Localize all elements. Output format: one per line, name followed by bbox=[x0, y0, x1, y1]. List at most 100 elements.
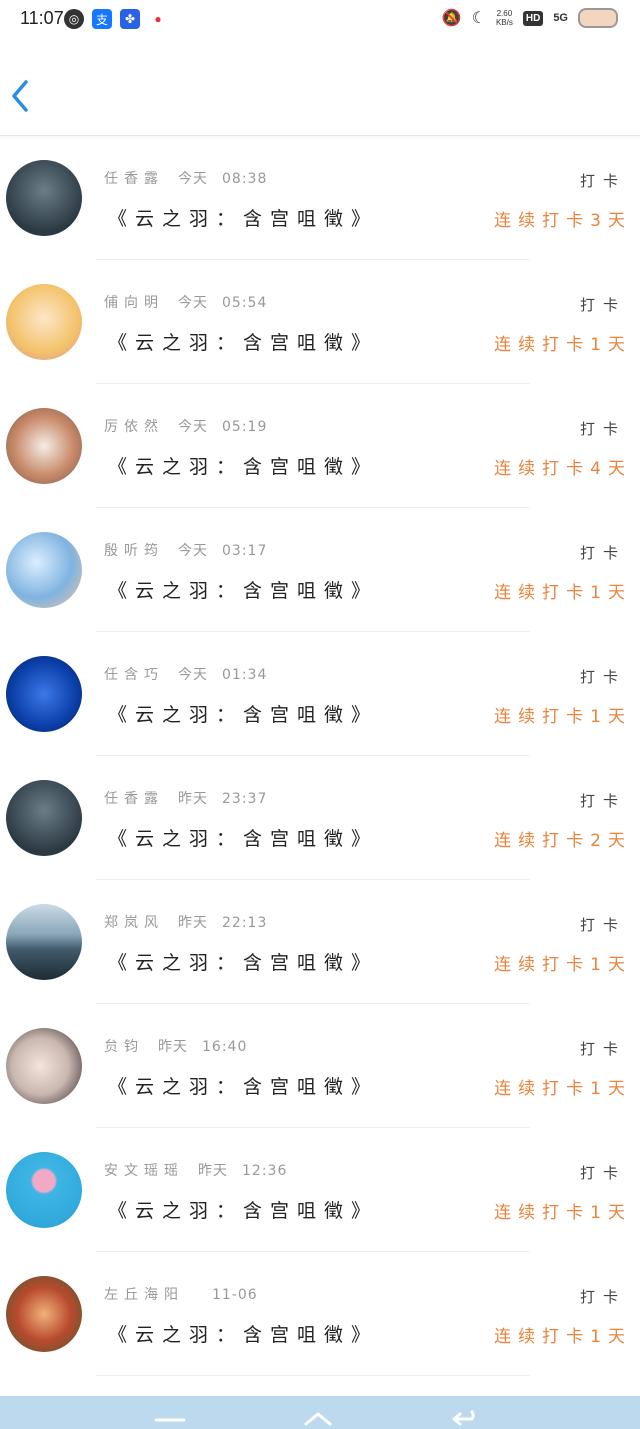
book-title: 《云之羽：含宫咀徵》 bbox=[108, 828, 379, 850]
status-time: 11:07 bbox=[20, 8, 64, 28]
checkin-label: 打卡 bbox=[579, 296, 626, 314]
avatar bbox=[6, 904, 82, 980]
checkin-date: 昨天 bbox=[178, 915, 208, 931]
checkin-time: 11-06 bbox=[212, 1287, 258, 1303]
menu-icon[interactable] bbox=[150, 1406, 190, 1426]
home-icon[interactable] bbox=[298, 1406, 338, 1426]
checkin-label: 打卡 bbox=[579, 792, 626, 810]
checkin-date: 今天 bbox=[178, 295, 208, 311]
avatar bbox=[6, 1276, 82, 1352]
page-header bbox=[0, 40, 640, 136]
avatar bbox=[6, 656, 82, 732]
hd-badge: HD bbox=[522, 10, 544, 26]
checkin-time: 01:34 bbox=[222, 667, 268, 683]
user-name: 任香露 bbox=[104, 171, 164, 187]
list-item[interactable]: 安文瑶瑶 昨天 12:36 《云之羽：含宫咀徵》 打卡 连续打卡1天 bbox=[0, 1128, 640, 1252]
checkin-date: 昨天 bbox=[198, 1163, 228, 1179]
user-name: 安文瑶瑶 bbox=[104, 1163, 184, 1179]
streak-text: 连续打卡1天 bbox=[494, 1079, 632, 1099]
checkin-date: 昨天 bbox=[178, 791, 208, 807]
book-title: 《云之羽：含宫咀徵》 bbox=[108, 1200, 379, 1222]
checkin-label: 打卡 bbox=[579, 1164, 626, 1182]
system-icons: 🔕 ☾ 2.60 KB/s HD 5G bbox=[442, 8, 618, 28]
user-name: 俌向明 bbox=[104, 295, 164, 311]
book-title: 《云之羽：含宫咀徵》 bbox=[108, 952, 379, 974]
list-item[interactable]: 殷听筠 今天 03:17 《云之羽：含宫咀徵》 打卡 连续打卡1天 bbox=[0, 508, 640, 632]
location-icon: ● bbox=[148, 9, 168, 29]
list-item[interactable]: 任香露 今天 08:38 《云之羽：含宫咀徵》 打卡 连续打卡3天 bbox=[0, 136, 640, 260]
list-item[interactable]: 俌向明 今天 05:54 《云之羽：含宫咀徵》 打卡 连续打卡1天 bbox=[0, 260, 640, 384]
checkin-label: 打卡 bbox=[579, 916, 626, 934]
checkin-time: 08:38 bbox=[222, 171, 268, 187]
system-nav-bar bbox=[0, 1396, 640, 1429]
user-name: 贠钧 bbox=[104, 1039, 144, 1055]
streak-text: 连续打卡3天 bbox=[494, 211, 632, 231]
checkin-label: 打卡 bbox=[579, 544, 626, 562]
streak-text: 连续打卡1天 bbox=[494, 1327, 632, 1347]
checkin-label: 打卡 bbox=[579, 172, 626, 190]
book-title: 《云之羽：含宫咀徵》 bbox=[108, 704, 379, 726]
book-title: 《云之羽：含宫咀徵》 bbox=[108, 208, 379, 230]
list-item[interactable]: 郑岚风 昨天 22:13 《云之羽：含宫咀徵》 打卡 连续打卡1天 bbox=[0, 880, 640, 1004]
checkin-date: 昨天 bbox=[158, 1039, 188, 1055]
status-bar: 11:07 ◎ 支 ✤ ● 🔕 ☾ 2.60 KB/s HD 5G bbox=[0, 0, 640, 40]
checkin-label: 打卡 bbox=[579, 1288, 626, 1306]
checkin-time: 16:40 bbox=[202, 1039, 248, 1055]
streak-text: 连续打卡1天 bbox=[494, 955, 632, 975]
avatar bbox=[6, 532, 82, 608]
battery-icon bbox=[578, 8, 618, 28]
signal-icon: 5G bbox=[553, 12, 568, 24]
divider bbox=[96, 1375, 530, 1376]
checkin-date: 今天 bbox=[178, 419, 208, 435]
avatar bbox=[6, 408, 82, 484]
checkin-time: 23:37 bbox=[222, 791, 268, 807]
streak-text: 连续打卡1天 bbox=[494, 707, 632, 727]
checkin-time: 05:19 bbox=[222, 419, 268, 435]
list-item[interactable]: 贠钧 昨天 16:40 《云之羽：含宫咀徵》 打卡 连续打卡1天 bbox=[0, 1004, 640, 1128]
avatar bbox=[6, 1152, 82, 1228]
checkin-label: 打卡 bbox=[579, 420, 626, 438]
mute-icon: 🔕 bbox=[441, 10, 462, 27]
net-speed: 2.60 KB/s bbox=[495, 9, 513, 27]
checkin-time: 03:17 bbox=[222, 543, 268, 559]
user-name: 任含巧 bbox=[104, 667, 164, 683]
streak-text: 连续打卡2天 bbox=[494, 831, 632, 851]
user-name: 殷听筠 bbox=[104, 543, 164, 559]
book-title: 《云之羽：含宫咀徵》 bbox=[108, 1076, 379, 1098]
user-name: 厉依然 bbox=[104, 419, 164, 435]
streak-text: 连续打卡1天 bbox=[494, 1203, 632, 1223]
list-item[interactable]: 左丘海阳 11-06 《云之羽：含宫咀徵》 打卡 连续打卡1天 bbox=[0, 1252, 640, 1376]
list-item[interactable]: 厉依然 今天 05:19 《云之羽：含宫咀徵》 打卡 连续打卡4天 bbox=[0, 384, 640, 508]
checkin-time: 12:36 bbox=[242, 1163, 288, 1179]
book-title: 《云之羽：含宫咀徵》 bbox=[108, 456, 379, 478]
avatar bbox=[6, 780, 82, 856]
list-item[interactable]: 任含巧 今天 01:34 《云之羽：含宫咀徵》 打卡 连续打卡1天 bbox=[0, 632, 640, 756]
baidu-icon: ✤ bbox=[120, 9, 140, 29]
streak-text: 连续打卡1天 bbox=[494, 583, 632, 603]
checkin-date: 今天 bbox=[178, 543, 208, 559]
avatar bbox=[6, 284, 82, 360]
checkin-date: 今天 bbox=[178, 667, 208, 683]
back-chevron-icon[interactable] bbox=[8, 78, 32, 114]
checkin-label: 打卡 bbox=[579, 1040, 626, 1058]
list-item[interactable]: 任香露 昨天 23:37 《云之羽：含宫咀徵》 打卡 连续打卡2天 bbox=[0, 756, 640, 880]
checkin-date: 今天 bbox=[178, 171, 208, 187]
checkin-time: 22:13 bbox=[222, 915, 268, 931]
user-name: 任香露 bbox=[104, 791, 164, 807]
checkin-label: 打卡 bbox=[579, 668, 626, 686]
avatar bbox=[6, 160, 82, 236]
checkin-time: 05:54 bbox=[222, 295, 268, 311]
book-title: 《云之羽：含宫咀徵》 bbox=[108, 1324, 379, 1346]
avatar bbox=[6, 1028, 82, 1104]
book-title: 《云之羽：含宫咀徵》 bbox=[108, 332, 379, 354]
checkin-list: 任香露 今天 08:38 《云之羽：含宫咀徵》 打卡 连续打卡3天 俌向明 今天… bbox=[0, 136, 640, 1376]
alipay-icon: 支 bbox=[92, 9, 112, 29]
streak-text: 连续打卡1天 bbox=[494, 335, 632, 355]
user-name: 左丘海阳 bbox=[104, 1287, 184, 1303]
notification-icons: ◎ 支 ✤ ● bbox=[64, 9, 168, 29]
book-title: 《云之羽：含宫咀徵》 bbox=[108, 580, 379, 602]
back-icon[interactable] bbox=[446, 1406, 486, 1426]
streak-text: 连续打卡4天 bbox=[494, 459, 632, 479]
moon-icon: ☾ bbox=[471, 10, 486, 27]
user-name: 郑岚风 bbox=[104, 915, 164, 931]
